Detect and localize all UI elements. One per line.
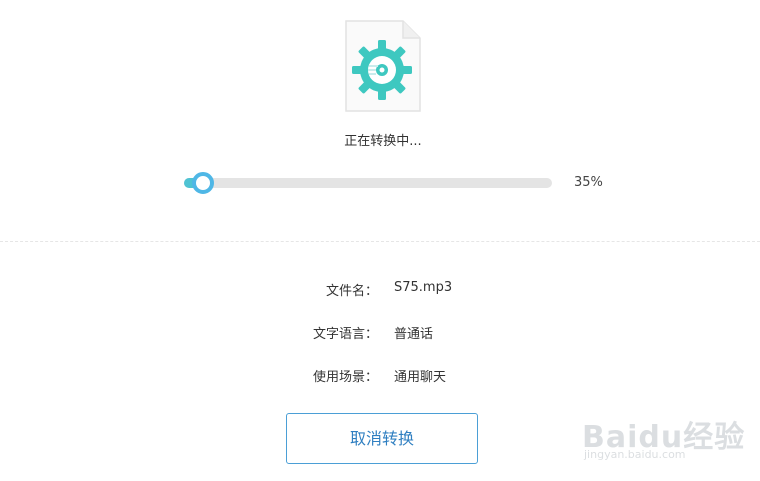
file-name-value: S75.mp3 — [394, 280, 453, 295]
scenario-value: 通用聊天 — [394, 370, 447, 385]
audio-file-gear-icon — [345, 20, 421, 112]
language-row: 文字语言： 普通话 — [0, 323, 760, 343]
section-divider — [0, 241, 760, 242]
watermark-url: jingyan.baidu.com — [584, 448, 686, 461]
scenario-label: 使用场景： — [312, 370, 378, 385]
baidu-jingyan-watermark: Baidu经验 jingyan.baidu.com — [582, 398, 752, 468]
progress-bar — [184, 172, 552, 194]
file-name-row: 文件名： S75.mp3 — [0, 280, 760, 300]
language-value: 普通话 — [394, 327, 434, 342]
progress-percent: 35% — [574, 175, 603, 190]
file-name-label: 文件名： — [325, 284, 378, 299]
conversion-status-text: 正在转换中... — [344, 134, 422, 149]
progress-knob — [192, 172, 215, 194]
language-label: 文字语言： — [312, 327, 378, 342]
cancel-conversion-button[interactable]: 取消转换 — [286, 413, 478, 464]
scenario-row: 使用场景： 通用聊天 — [0, 366, 760, 386]
